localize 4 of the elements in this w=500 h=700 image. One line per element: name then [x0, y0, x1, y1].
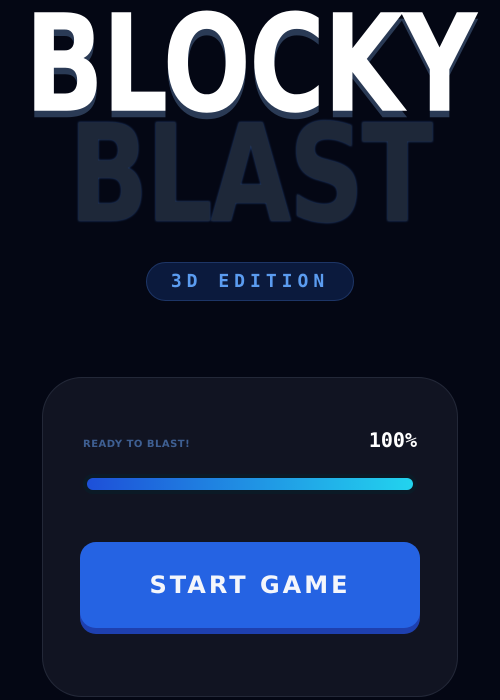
progress-percent: 100%	[368, 428, 417, 452]
start-button[interactable]: START GAME	[80, 542, 420, 628]
status-label: READY TO BLAST!	[83, 439, 190, 452]
edition-badge: 3D EDITION	[146, 262, 354, 301]
